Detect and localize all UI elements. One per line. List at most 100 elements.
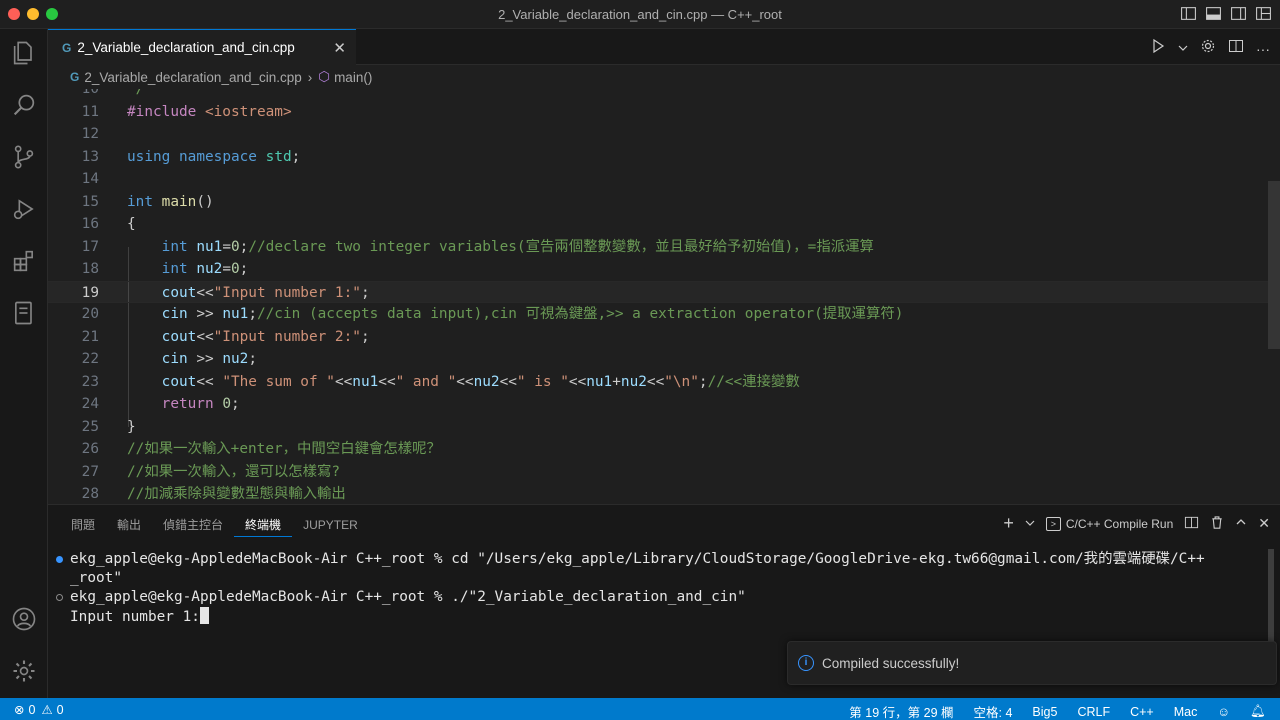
close-tab-icon[interactable]: ✕ [333,39,346,57]
code-text: int nu1=0;//declare two integer variable… [161,238,874,255]
maximize-panel-icon[interactable] [1235,516,1247,531]
line-number: 27 [81,463,99,480]
run-debug-icon[interactable] [10,195,38,223]
end-of-line[interactable]: CRLF [1077,705,1110,719]
code-line[interactable]: 20 cin >> nu1;//cin (accepts data input)… [48,303,1268,326]
encoding[interactable]: Big5 [1032,705,1057,719]
tab-label: 2_Variable_declaration_and_cin.cpp [77,40,295,55]
notebook-icon[interactable] [10,299,38,327]
terminal-name: C/C++ Compile Run [1065,516,1174,531]
settings-icon[interactable] [1200,38,1216,59]
code-text: cin >> nu2; [161,351,257,367]
cursor-position[interactable]: 第 19 行，第 29 欄 [849,702,953,720]
split-editor-icon[interactable] [1228,38,1244,59]
line-number: 28 [81,486,99,502]
code-text: //如果一次輸入+enter，中間空白鍵會怎樣呢？ [127,441,441,457]
code-line[interactable]: 25} [48,416,1268,439]
chevron-down-icon[interactable] [1178,40,1188,58]
terminal-line: ekg_apple@ekg-AppledeMacBook-Air C++_roo… [56,588,1270,607]
breadcrumb-file[interactable]: 2_Variable_declaration_and_cin.cpp [84,70,301,85]
status-bar: ⊗ 0 ⚠ 0 第 19 行，第 29 欄 空格: 4 Big5 CRLF C+… [0,698,1280,720]
code-line[interactable]: 10 */ [48,89,1268,101]
title-bar: 2_Variable_declaration_and_cin.cpp — C++… [0,0,1280,29]
terminal-output[interactable]: ekg_apple@ekg-AppledeMacBook-Air C++_roo… [56,550,1270,627]
trash-icon[interactable] [1210,515,1224,533]
extensions-icon[interactable] [10,247,38,275]
code-line[interactable]: 12 [48,123,1268,146]
chevron-down-icon[interactable] [1025,517,1035,531]
command-running-icon[interactable] [56,594,63,601]
more-actions-icon[interactable]: ··· [1256,41,1270,57]
editor-scrollbar[interactable] [1268,181,1280,349]
platform[interactable]: Mac [1174,705,1198,719]
code-line[interactable]: 18 int nu2=0; [48,258,1268,281]
toggle-panel-icon[interactable] [1205,5,1222,22]
line-number: 12 [81,126,99,142]
window-title: 2_Variable_declaration_and_cin.cpp — C++… [498,7,782,22]
search-icon[interactable] [10,91,38,119]
line-number: 22 [81,351,99,367]
line-number: 26 [81,441,99,457]
panel-tab[interactable]: 終端機 [234,515,293,537]
line-number: 10 [81,89,99,97]
terminal-line: _root" [70,570,122,586]
code-editor[interactable]: 10 */ 11 #include <iostream> 12 13 using names… [48,89,1280,503]
code-text: */ [127,89,145,97]
problems-status[interactable]: ⊗ 0 ⚠ 0 [14,702,64,718]
account-icon[interactable] [10,605,38,633]
code-line[interactable]: 27 //如果一次輸入，還可以怎樣寫? [48,461,1268,484]
notification-message: Compiled successfully! [822,655,960,671]
toggle-sidebar-icon[interactable] [1180,5,1197,22]
panel-tab[interactable]: 偵錯主控台 [152,515,234,537]
code-line[interactable]: 21 cout<<"Input number 2:"; [48,326,1268,349]
breadcrumb: G 2_Variable_declaration_and_cin.cpp › ⬡… [48,65,1280,89]
line-number: 16 [81,216,99,232]
code-text: int main() [127,193,214,210]
tab-active-file[interactable]: G 2_Variable_declaration_and_cin.cpp ✕ [48,29,356,65]
panel-tab[interactable]: JUPYTER [292,515,369,537]
code-line[interactable]: 16 { [48,213,1268,236]
chevron-right-icon: › [307,69,313,85]
line-number: 21 [81,328,99,345]
terminal-selector[interactable]: > C/C++ Compile Run [1045,516,1174,531]
feedback-icon[interactable]: ☺ [1217,705,1230,719]
warning-count: 0 [56,702,64,717]
code-line[interactable]: 13 using namespace std; [48,146,1268,169]
toggle-secondary-sidebar-icon[interactable] [1230,5,1247,22]
panel-tab[interactable]: 問題 [60,515,106,537]
code-text: //如果一次輸入，還可以怎樣寫? [127,463,341,480]
explorer-icon[interactable] [10,39,38,67]
code-text: } [127,418,136,435]
code-line[interactable]: 11 #include <iostream> [48,101,1268,124]
customize-layout-icon[interactable] [1255,5,1272,22]
line-number: 18 [81,261,99,277]
panel-tab[interactable]: 輸出 [106,515,152,537]
breadcrumb-symbol[interactable]: main() [334,70,372,85]
notification-toast[interactable]: i Compiled successfully! [787,641,1277,685]
close-panel-icon[interactable]: ✕ [1258,515,1270,532]
line-number: 14 [81,171,99,187]
source-control-icon[interactable] [10,143,38,171]
code-line[interactable]: 26 //如果一次輸入+enter，中間空白鍵會怎樣呢？ [48,438,1268,461]
settings-gear-icon[interactable] [10,657,38,685]
notifications-bell-icon[interactable]: 🔔︎ [1250,704,1266,719]
line-number: 13 [81,148,99,165]
run-file-icon[interactable] [1150,38,1166,59]
indentation[interactable]: 空格: 4 [974,702,1013,720]
code-line[interactable]: 28 //加減乘除與變數型態與輸入輸出 [48,483,1268,503]
code-text: //加減乘除與變數型態與輸入輸出 [127,486,346,502]
code-line[interactable]: 23 cout<< "The sum of "<<nu1<<" and "<<n… [48,371,1268,394]
code-line[interactable]: 14 [48,168,1268,191]
code-text: return 0; [161,396,240,412]
language-mode[interactable]: C++ [1130,705,1154,719]
new-terminal-icon[interactable]: + [1003,513,1014,534]
code-text: cout<<"Input number 2:"; [161,328,370,345]
code-line[interactable]: 17 int nu1=0;//declare two integer varia… [48,236,1268,259]
code-line[interactable]: 22 cin >> nu2; [48,348,1268,371]
code-line[interactable]: 19 cout<<"Input number 1:"; [48,280,1268,303]
line-number: 17 [81,238,99,255]
command-success-icon[interactable] [56,556,63,563]
code-line[interactable]: 24 return 0; [48,393,1268,416]
split-terminal-icon[interactable] [1184,515,1199,533]
code-line[interactable]: 15 int main() [48,191,1268,214]
